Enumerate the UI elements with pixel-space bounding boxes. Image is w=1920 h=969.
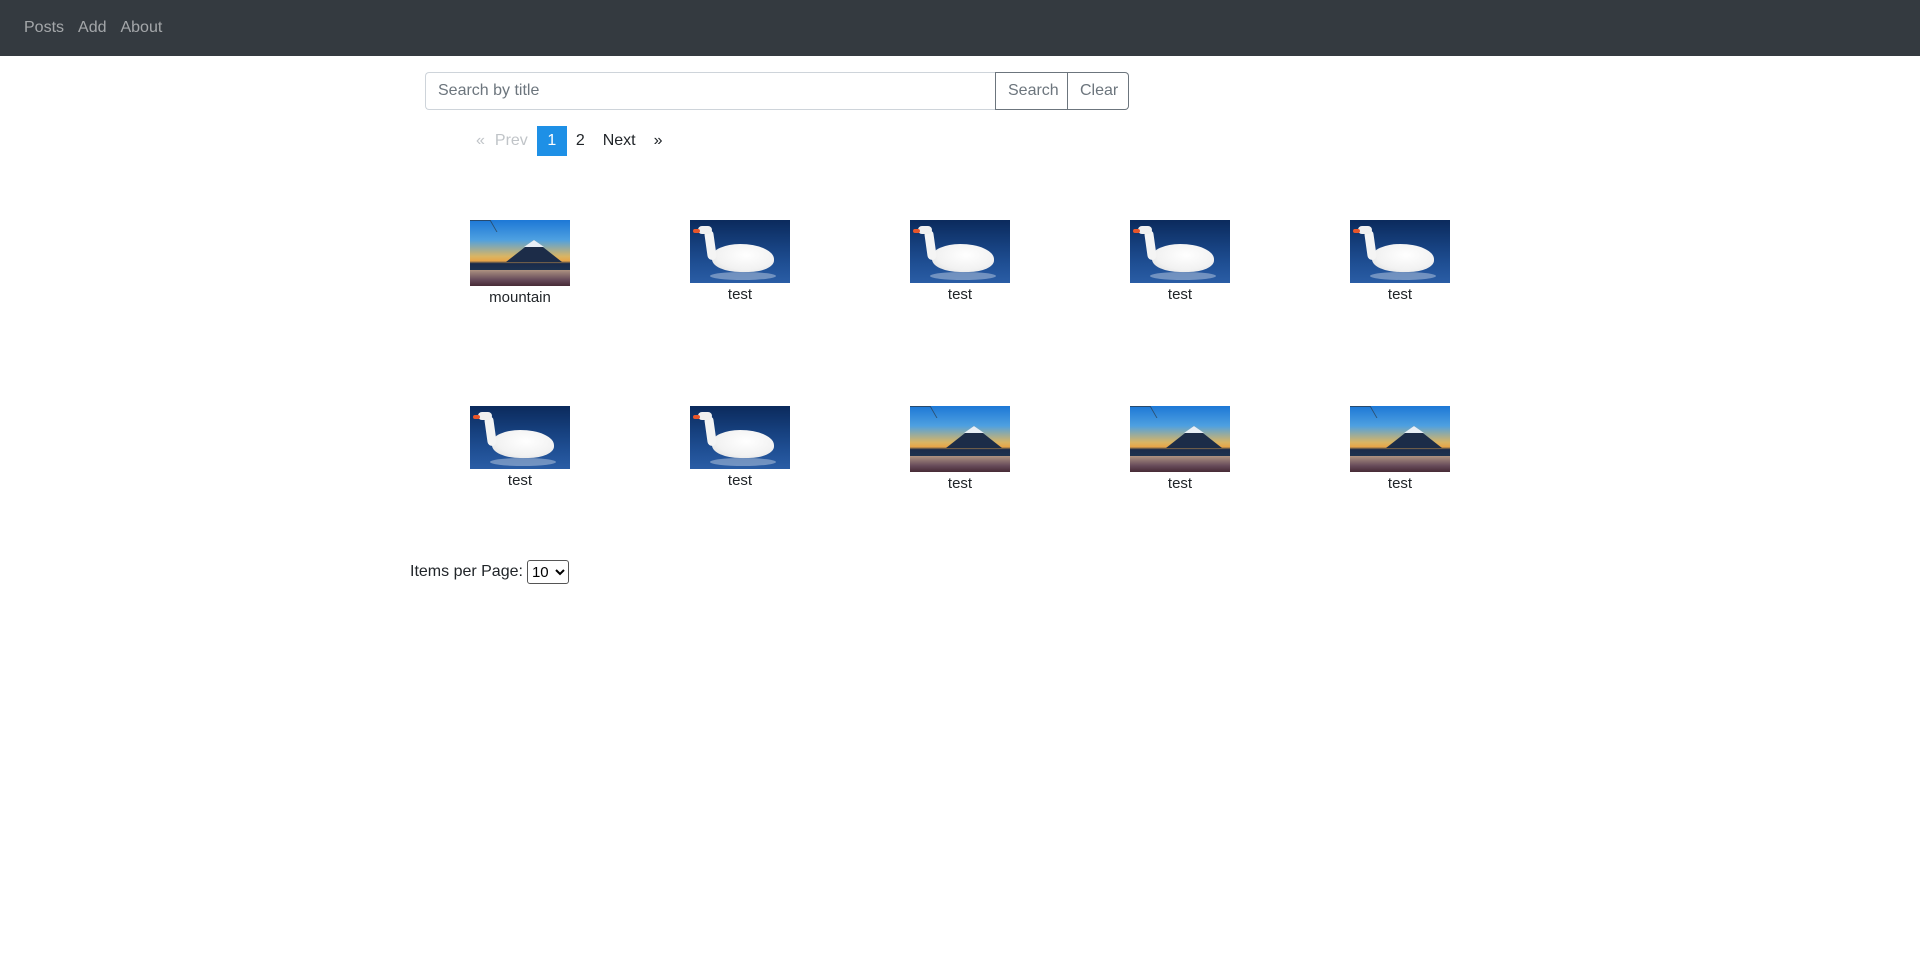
next-page-button[interactable]: Next (594, 126, 645, 156)
mountain-thumbnail (470, 220, 570, 286)
post-title: test (947, 286, 973, 303)
top-navbar: Posts Add About (0, 0, 1920, 56)
swan-thumbnail (470, 406, 570, 469)
post-title: test (507, 472, 533, 489)
nav-link-posts[interactable]: Posts (24, 19, 64, 37)
swan-thumbnail (690, 220, 790, 283)
swan-thumbnail (690, 406, 790, 469)
search-bar: Search Clear (425, 72, 1129, 110)
post-title: test (1167, 286, 1193, 303)
post-card[interactable]: test (460, 406, 580, 489)
mountain-thumbnail (1130, 406, 1230, 472)
post-card[interactable]: test (900, 220, 1020, 303)
items-per-page: Items per Page: 10 (410, 560, 569, 584)
post-title: test (1387, 286, 1413, 303)
post-card[interactable]: test (1120, 220, 1240, 303)
page-2-button[interactable]: 2 (567, 126, 594, 156)
post-title: test (727, 472, 753, 489)
mountain-thumbnail (1350, 406, 1450, 472)
post-card[interactable]: test (900, 406, 1020, 492)
mountain-thumbnail (910, 406, 1010, 472)
post-card[interactable]: test (1340, 220, 1460, 303)
search-button[interactable]: Search (995, 72, 1068, 110)
post-card[interactable]: test (1340, 406, 1460, 492)
items-per-page-select[interactable]: 10 (526, 560, 569, 584)
nav-link-add[interactable]: Add (78, 19, 106, 37)
post-card[interactable]: test (1120, 406, 1240, 492)
post-title: test (727, 286, 753, 303)
nav-link-about[interactable]: About (120, 19, 162, 37)
post-card[interactable]: test (680, 406, 800, 489)
swan-thumbnail (1350, 220, 1450, 283)
last-page-button[interactable]: » (645, 126, 672, 156)
post-title: test (1387, 475, 1413, 492)
items-per-page-label: Items per Page: (410, 563, 523, 580)
swan-thumbnail (910, 220, 1010, 283)
post-card[interactable]: mountain (460, 220, 580, 306)
first-page-button[interactable]: « (467, 126, 490, 156)
post-card[interactable]: test (680, 220, 800, 303)
post-title: test (947, 475, 973, 492)
page-1-button[interactable]: 1 (536, 126, 567, 156)
swan-thumbnail (1130, 220, 1230, 283)
post-title: mountain (489, 289, 551, 306)
post-title: test (1167, 475, 1193, 492)
clear-button[interactable]: Clear (1068, 72, 1129, 110)
search-input[interactable] (425, 72, 995, 110)
prev-page-button[interactable]: Prev (490, 126, 537, 156)
pagination: « Prev 1 2 Next » (467, 126, 672, 156)
